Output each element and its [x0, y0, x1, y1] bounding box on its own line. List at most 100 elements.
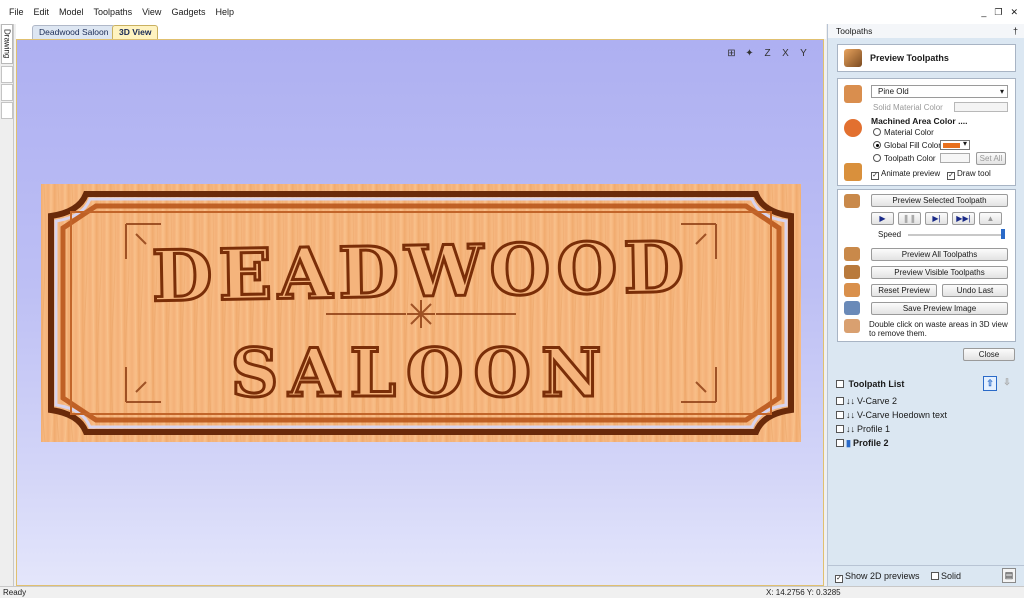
tab-deadwood-saloon[interactable]: Deadwood Saloon: [32, 25, 116, 39]
vcarve-tool-icon: ↓↓: [846, 410, 855, 420]
preview-selected-toolpath-button[interactable]: Preview Selected Toolpath: [871, 194, 1008, 207]
toolpath-item-profile-2[interactable]: ▮ Profile 2: [828, 436, 1024, 450]
step-icon: ▶|: [932, 214, 941, 223]
tab-3d-view[interactable]: 3D View: [112, 25, 159, 39]
menu-view[interactable]: View: [137, 0, 166, 24]
solid-material-color-label: Solid Material Color: [873, 103, 943, 112]
fit-view-icon[interactable]: ⊞: [724, 46, 739, 61]
preview-visible-icon: [844, 265, 860, 279]
sign-line-2: SALOON: [231, 334, 612, 412]
toolpath-item-profile-1[interactable]: ↓↓ Profile 1: [828, 422, 1024, 436]
window-controls: _ ❐ ✕: [981, 0, 1018, 24]
status-text: Ready: [3, 588, 27, 597]
preview-toolpaths-icon: [844, 49, 862, 67]
menu-file[interactable]: File: [4, 0, 29, 24]
radio-material-color[interactable]: Material Color: [873, 128, 934, 137]
toolpath-item-vcarve-hoedown[interactable]: ↓↓ V-Carve Hoedown text: [828, 408, 1024, 422]
dock-slot[interactable]: [1, 84, 13, 101]
menu-gadgets[interactable]: Gadgets: [166, 0, 210, 24]
panel-bottom-bar: ✓ Show 2D previews Solid ▤: [828, 565, 1024, 585]
speed-slider-track[interactable]: [908, 234, 1004, 236]
profile-tool-icon: ▮: [846, 438, 851, 448]
animate-preview-checkbox[interactable]: ✓ Animate preview: [871, 169, 940, 180]
close-button[interactable]: Close: [963, 348, 1015, 361]
status-bar: Ready X: 14.2756 Y: 0.3285: [0, 586, 1024, 598]
menu-bar: File Edit Model Toolpaths View Gadgets H…: [0, 0, 1024, 24]
material-icon: [844, 85, 862, 103]
menu-edit[interactable]: Edit: [29, 0, 55, 24]
preview-all-icon: [844, 247, 860, 261]
menu-help[interactable]: Help: [210, 0, 239, 24]
save-image-icon: [844, 301, 860, 315]
toolpath-checkbox[interactable]: [836, 411, 844, 419]
step-button[interactable]: ▶|: [925, 212, 948, 225]
animate-icon: [844, 163, 862, 181]
menu-toolpaths[interactable]: Toolpaths: [89, 0, 138, 24]
move-up-icon[interactable]: ⇧: [983, 376, 997, 391]
dock-slot[interactable]: [1, 102, 13, 119]
undo-last-button[interactable]: Undo Last: [942, 284, 1008, 297]
radio-global-fill-color[interactable]: Global Fill Color: [873, 141, 941, 150]
preview-all-toolpaths-button[interactable]: Preview All Toolpaths: [871, 248, 1008, 261]
machined-color-icon: [844, 119, 862, 137]
3d-viewport[interactable]: ⊞ ✦ Z X Y DEADWOOD SALOON: [16, 39, 824, 586]
sign-line-1: DEADWOOD: [151, 225, 691, 317]
carved-sign-preview: DEADWOOD SALOON: [41, 184, 801, 442]
iso-view-icon[interactable]: ✦: [742, 46, 757, 61]
reset-preview-icon: [844, 283, 860, 297]
solid-checkbox[interactable]: Solid: [931, 571, 961, 581]
show-2d-previews-checkbox[interactable]: ✓ Show 2D previews: [835, 571, 920, 583]
drawing-tab[interactable]: Drawing: [1, 24, 13, 64]
dock-slot[interactable]: [1, 66, 13, 83]
move-down-icon[interactable]: ⇩: [1000, 376, 1014, 391]
solid-material-color-swatch[interactable]: [954, 102, 1008, 112]
radio-toolpath-color[interactable]: Toolpath Color: [873, 154, 936, 163]
skip-icon: ▲: [986, 214, 995, 223]
close-icon[interactable]: ✕: [1010, 7, 1018, 18]
profile-tool-icon: ↓↓: [846, 424, 855, 434]
pause-button[interactable]: ❚❚: [898, 212, 921, 225]
fast-forward-icon: ▶▶|: [956, 214, 971, 223]
chevron-down-icon: ▾: [999, 87, 1004, 96]
toolpaths-panel: Toolpaths † Preview Toolpaths Pine Old ▾…: [827, 24, 1024, 586]
preview-visible-toolpaths-button[interactable]: Preview Visible Toolpaths: [871, 266, 1008, 279]
toolpath-checkbox[interactable]: [836, 397, 844, 405]
z-axis-view-icon[interactable]: Z: [760, 46, 775, 61]
toolpath-item-vcarve-2[interactable]: ↓↓ V-Carve 2: [828, 394, 1024, 408]
restore-icon[interactable]: ❐: [994, 7, 1002, 18]
speed-slider-handle[interactable]: [1001, 229, 1005, 239]
draw-tool-checkbox[interactable]: ✓ Draw tool: [947, 169, 991, 180]
skip-button[interactable]: ▲: [979, 212, 1002, 225]
view-orientation-toolbar: ⊞ ✦ Z X Y: [724, 46, 811, 61]
material-settings: Pine Old ▾ Solid Material Color Machined…: [837, 78, 1016, 186]
cursor-coordinates: X: 14.2756 Y: 0.3285: [766, 588, 841, 597]
pin-icon[interactable]: †: [1013, 24, 1018, 38]
waste-area-icon: [844, 319, 860, 333]
document-tab-bar: Deadwood Saloon 3D View: [16, 24, 826, 39]
machined-area-color-label: Machined Area Color ....: [871, 116, 968, 126]
x-axis-view-icon[interactable]: X: [778, 46, 793, 61]
menu-model[interactable]: Model: [54, 0, 89, 24]
save-preview-image-button[interactable]: Save Preview Image: [871, 302, 1008, 315]
play-button[interactable]: ▶: [871, 212, 894, 225]
left-dock: Drawing: [0, 24, 14, 586]
panel-title: Toolpaths †: [828, 24, 1024, 38]
toolpath-checkbox[interactable]: [836, 425, 844, 433]
toolpath-color-picker[interactable]: [940, 153, 970, 163]
select-all-checkbox[interactable]: [836, 380, 844, 388]
pause-icon: ❚❚: [902, 214, 917, 223]
minimize-icon[interactable]: _: [981, 7, 986, 17]
preview-controls: Preview Selected Toolpath ▶ ❚❚ ▶| ▶▶| ▲ …: [837, 189, 1016, 342]
toolpath-list-header: Toolpath List ⇧ ⇩: [828, 374, 1024, 394]
speed-label: Speed: [878, 230, 902, 239]
set-all-button[interactable]: Set All: [976, 152, 1006, 165]
global-fill-color-picker[interactable]: ▾: [940, 139, 970, 150]
material-select[interactable]: Pine Old ▾: [871, 85, 1008, 98]
y-axis-view-icon[interactable]: Y: [796, 46, 811, 61]
fast-forward-button[interactable]: ▶▶|: [952, 212, 975, 225]
summary-icon[interactable]: ▤: [1002, 568, 1016, 583]
reset-preview-button[interactable]: Reset Preview: [871, 284, 937, 297]
toolpath-checkbox[interactable]: [836, 439, 844, 447]
play-icon: ▶: [879, 214, 886, 223]
waste-area-hint: Double click on waste areas in 3D view t…: [869, 320, 1008, 338]
